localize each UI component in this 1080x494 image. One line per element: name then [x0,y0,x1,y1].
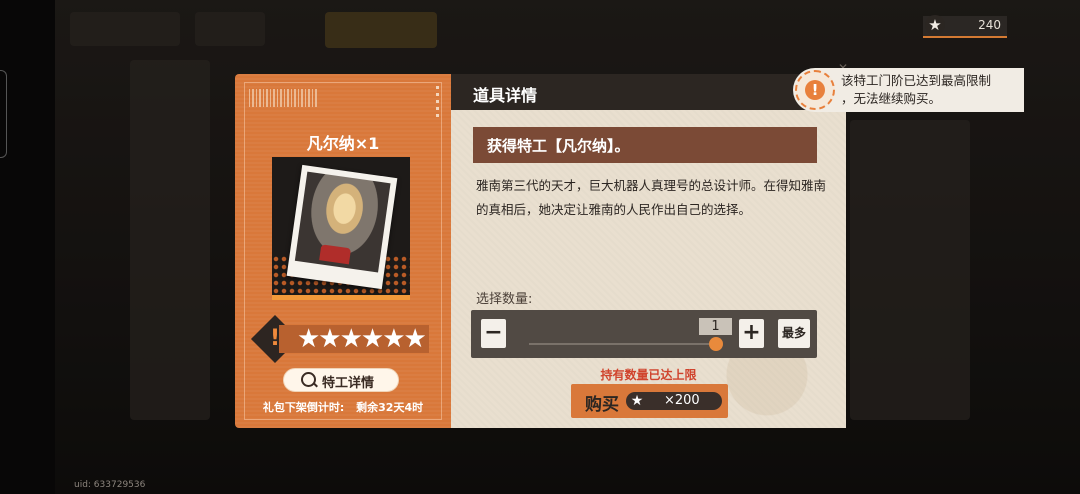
decrease-button[interactable]: − [481,319,506,348]
toast-line-1: 该特工门阶已达到最高限制 [841,73,992,88]
currency-display: ★ 240 [923,15,1007,38]
obtain-banner: 获得特工【凡尔纳】。 [473,127,817,163]
toast-message: 该特工门阶已达到最高限制 ，无法继续购买。 [841,72,991,108]
star-rating: ★★★★★★ [297,324,427,354]
price-pill: ★ ×200 [626,392,722,410]
panel-title: 道具详情 [473,86,538,105]
agent-detail-label: 特工详情 [322,376,375,391]
slider-handle[interactable] [709,337,723,351]
buy-button[interactable]: 购买 ★ ×200 [571,384,728,418]
quantity-label: 选择数量: [476,292,533,307]
warning-badge: ! [795,70,835,110]
item-card: 凡尔纳×1 ! ★★★★★★ 特工详情 礼包下架倒计时: 剩余32天4时 [235,74,451,428]
quantity-selector: − 1 + 最多 [471,310,817,358]
star-coin-icon: ★ [925,15,945,35]
toast-line-2: ，无法继续购买。 [841,91,942,106]
side-tab[interactable] [0,70,7,158]
item-detail-panel: 道具详情 获得特工【凡尔纳】。 雅南第三代的天才，巨大机器人真理号的总设计师。在… [451,74,846,428]
search-icon [301,372,316,387]
star-coin-icon: ★ [630,393,644,409]
countdown-label: 礼包下架倒计时: [262,401,345,414]
warning-icon: ! [805,80,825,100]
agent-photo [286,164,398,290]
item-name: 凡尔纳×1 [306,134,380,153]
countdown: 礼包下架倒计时: 剩余32天4时 [235,399,451,415]
buy-label: 购买 [585,395,619,415]
currency-amount: 240 [978,18,1001,32]
agent-detail-button[interactable]: 特工详情 [283,368,399,392]
panel-header: 道具详情 [451,74,846,110]
limit-warning: 持有数量已达上限 [600,368,697,382]
max-button[interactable]: 最多 [778,319,810,348]
increase-button[interactable]: + [739,319,764,348]
notification-toast: ! 该特工门阶已达到最高限制 ，无法继续购买。 [793,68,1024,112]
barcode-icon [249,89,319,107]
price-value: ×200 [664,393,700,408]
uid-label: uid: 633729536 [74,480,146,490]
quantity-slider[interactable] [529,343,719,345]
agent-portrait [272,157,410,300]
countdown-value: 剩余32天4时 [356,401,424,414]
item-description: 雅南第三代的天才，巨大机器人真理号的总设计师。在得知雅南的真相后，她决定让雅南的… [476,178,827,217]
quantity-value: 1 [699,318,732,335]
dots-decoration [436,86,439,120]
obtain-text: 获得特工【凡尔纳】。 [487,137,630,155]
